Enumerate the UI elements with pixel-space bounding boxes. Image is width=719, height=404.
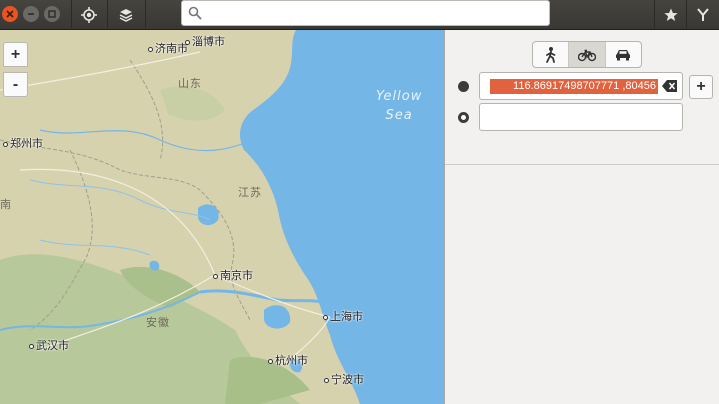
header-separator (71, 0, 72, 30)
cycling-mode-button[interactable] (569, 42, 606, 67)
minimize-window-button[interactable] (23, 6, 39, 22)
close-icon (6, 10, 14, 18)
clear-text-icon[interactable] (662, 80, 678, 92)
route-start-marker (458, 81, 469, 92)
locate-icon (81, 7, 97, 23)
header-separator (145, 0, 146, 30)
star-icon (664, 8, 678, 21)
route-from-value: 80456, 116.86917498707771 (490, 79, 658, 94)
close-window-button[interactable] (2, 6, 18, 22)
route-icon (697, 8, 709, 21)
minimize-icon (28, 13, 34, 15)
walking-mode-button[interactable] (533, 42, 570, 67)
city-label-zibo: 淄博市 (185, 36, 225, 48)
search-input[interactable] (210, 4, 540, 22)
province-label-shandong: 山东 (178, 77, 202, 90)
route-to-field[interactable] (479, 103, 683, 131)
pedestrian-icon (545, 46, 556, 63)
driving-mode-button[interactable] (606, 42, 641, 67)
province-label-jiangsu: 江苏 (238, 186, 262, 199)
search-box[interactable] (181, 0, 550, 26)
maximize-window-button[interactable] (44, 6, 60, 22)
header-separator (107, 0, 108, 30)
city-label-zhengzhou: 郑州市 (3, 138, 43, 150)
province-label-henan: 南 (0, 198, 12, 211)
city-label-ningbo: 宁波市 (324, 374, 364, 386)
locate-me-button[interactable] (73, 1, 105, 29)
bicycle-icon (577, 49, 596, 61)
route-button[interactable] (687, 1, 719, 29)
favorites-button[interactable] (655, 1, 687, 29)
city-label-wuhan: 武汉市 (29, 340, 69, 352)
panel-divider (445, 164, 719, 165)
city-label-shanghai: 上海市 (323, 311, 363, 323)
car-icon (616, 50, 631, 61)
add-waypoint-button[interactable]: + (689, 75, 713, 99)
route-end-marker (458, 112, 469, 123)
route-from-field[interactable]: 80456, 116.86917498707771 (479, 72, 683, 100)
city-label-nanjing: 南京市 (213, 270, 253, 282)
sea-label: Yellow Sea (376, 89, 423, 123)
layers-button[interactable] (110, 1, 142, 29)
route-panel: 80456, 116.86917498707771 + (444, 30, 719, 404)
transport-mode-switcher (532, 41, 642, 68)
city-label-jinan: 济南市 (148, 43, 188, 55)
search-icon (188, 6, 202, 20)
header-bar (0, 0, 719, 30)
maximize-icon (48, 10, 56, 18)
zoom-out-button[interactable]: - (3, 72, 28, 97)
layers-icon (119, 9, 133, 22)
province-label-anhui: 安徽 (146, 316, 170, 329)
map-view[interactable]: + - 济南市 淄博市 山东 Yellow Sea 郑州市 南 江苏 南京市 安… (0, 30, 444, 404)
city-label-hangzhou: 杭州市 (268, 355, 308, 367)
zoom-in-button[interactable]: + (3, 42, 28, 67)
